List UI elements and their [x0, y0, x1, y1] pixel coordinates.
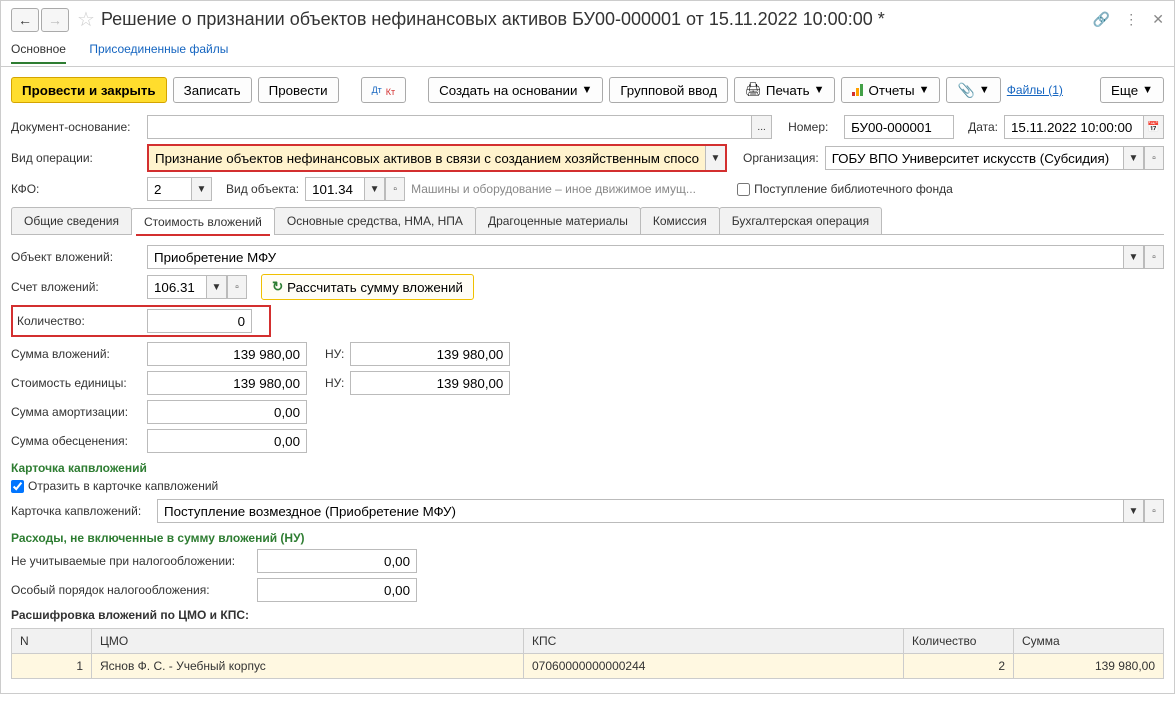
- link-icon[interactable]: 🔗: [1093, 11, 1110, 28]
- nu2-label: НУ:: [325, 376, 344, 390]
- attach-button[interactable]: 📎 ▼: [946, 77, 1000, 103]
- chart-icon: [852, 84, 864, 96]
- obj-input[interactable]: [147, 245, 1124, 269]
- tab-assets[interactable]: Основные средства, НМА, НПА: [274, 207, 476, 234]
- card-input[interactable]: [157, 499, 1124, 523]
- tax-excl-input[interactable]: [257, 549, 417, 573]
- group-input-button[interactable]: Групповой ввод: [609, 77, 728, 103]
- number-input[interactable]: [844, 115, 954, 139]
- sum-input[interactable]: [147, 342, 307, 366]
- org-input[interactable]: [825, 146, 1124, 170]
- col-n[interactable]: N: [12, 629, 92, 654]
- unit-cost-label: Стоимость единицы:: [11, 376, 141, 390]
- obj-type-dropdown[interactable]: ▼: [365, 177, 385, 201]
- tab-precious[interactable]: Драгоценные материалы: [475, 207, 641, 234]
- card-dropdown[interactable]: ▼: [1124, 499, 1144, 523]
- col-sum[interactable]: Сумма: [1014, 629, 1164, 654]
- lib-fund-checkbox[interactable]: Поступление библиотечного фонда: [737, 182, 953, 196]
- obj-type-input[interactable]: [305, 177, 365, 201]
- create-based-button[interactable]: Создать на основании ▼: [428, 77, 603, 103]
- tax-excl-label: Не учитываемые при налогообложении:: [11, 554, 251, 568]
- kfo-input[interactable]: [147, 177, 192, 201]
- col-qty[interactable]: Количество: [904, 629, 1014, 654]
- acct-label: Счет вложений:: [11, 280, 141, 294]
- acct-input[interactable]: [147, 275, 207, 299]
- kfo-label: КФО:: [11, 182, 141, 196]
- impair-input[interactable]: [147, 429, 307, 453]
- page-title: Решение о признании объектов нефинансовы…: [101, 9, 1093, 30]
- tab-commission[interactable]: Комиссия: [640, 207, 720, 234]
- post-close-button[interactable]: Провести и закрыть: [11, 77, 167, 103]
- tab-general[interactable]: Общие сведения: [11, 207, 132, 234]
- org-open[interactable]: ▫: [1144, 146, 1164, 170]
- acct-open[interactable]: ▫: [227, 275, 247, 299]
- col-kps[interactable]: КПС: [524, 629, 904, 654]
- date-picker-button[interactable]: 📅: [1144, 115, 1164, 139]
- expenses-section-title: Расходы, не включенные в сумму вложений …: [11, 531, 1164, 545]
- paperclip-icon: 📎: [957, 82, 974, 99]
- obj-type-desc: Машины и оборудование – иное движимое им…: [411, 182, 731, 196]
- table-row[interactable]: 1 Яснов Ф. С. - Учебный корпус 070600000…: [12, 654, 1164, 679]
- special-tax-label: Особый порядок налогообложения:: [11, 583, 251, 597]
- acct-dropdown[interactable]: ▼: [207, 275, 227, 299]
- reflect-card-checkbox[interactable]: Отразить в карточке капвложений: [11, 479, 1164, 493]
- qty-label: Количество:: [17, 314, 141, 328]
- more-button[interactable]: Еще ▼: [1100, 77, 1164, 103]
- kfo-dropdown[interactable]: ▼: [192, 177, 212, 201]
- nu2-input[interactable]: [350, 371, 510, 395]
- close-icon[interactable]: ✕: [1152, 11, 1164, 28]
- obj-type-label: Вид объекта:: [226, 182, 299, 196]
- section-main[interactable]: Основное: [11, 42, 66, 64]
- number-label: Номер:: [788, 120, 838, 134]
- dt-kt-button[interactable]: ДтКт: [361, 77, 407, 103]
- tab-accounting[interactable]: Бухгалтерская операция: [719, 207, 882, 234]
- special-tax-input[interactable]: [257, 578, 417, 602]
- refresh-icon: ↻: [272, 279, 283, 295]
- org-dropdown[interactable]: ▼: [1124, 146, 1144, 170]
- save-button[interactable]: Записать: [173, 77, 252, 103]
- sum-label: Сумма вложений:: [11, 347, 141, 361]
- tab-cost[interactable]: Стоимость вложений: [131, 208, 275, 235]
- files-link[interactable]: Файлы (1): [1007, 83, 1063, 97]
- post-button[interactable]: Провести: [258, 77, 339, 103]
- col-cmo[interactable]: ЦМО: [92, 629, 524, 654]
- card-open[interactable]: ▫: [1144, 499, 1164, 523]
- nu-label: НУ:: [325, 347, 344, 361]
- obj-open[interactable]: ▫: [1144, 245, 1164, 269]
- doc-basis-label: Документ-основание:: [11, 120, 141, 134]
- op-type-dropdown[interactable]: ▼: [705, 146, 725, 170]
- amort-input[interactable]: [147, 400, 307, 424]
- obj-label: Объект вложений:: [11, 250, 141, 264]
- print-button[interactable]: Печать ▼: [734, 77, 835, 103]
- back-button[interactable]: ←: [11, 8, 39, 32]
- obj-type-open[interactable]: ▫: [385, 177, 405, 201]
- reports-button[interactable]: Отчеты ▼: [841, 77, 940, 103]
- unit-cost-input[interactable]: [147, 371, 307, 395]
- section-attached[interactable]: Присоединенные файлы: [89, 42, 228, 56]
- forward-button[interactable]: →: [41, 8, 69, 32]
- recalc-button[interactable]: ↻ Рассчитать сумму вложений: [261, 274, 474, 300]
- nu-input[interactable]: [350, 342, 510, 366]
- printer-icon: [745, 82, 762, 98]
- op-type-label: Вид операции:: [11, 151, 141, 165]
- card-section-title: Карточка капвложений: [11, 461, 1164, 475]
- doc-basis-input[interactable]: [147, 115, 752, 139]
- date-label: Дата:: [968, 120, 998, 134]
- favorite-icon[interactable]: ☆: [77, 7, 95, 32]
- breakdown-title: Расшифровка вложений по ЦМО и КПС:: [11, 608, 1164, 622]
- org-label: Организация:: [743, 151, 819, 165]
- obj-dropdown[interactable]: ▼: [1124, 245, 1144, 269]
- impair-label: Сумма обесценения:: [11, 434, 141, 448]
- kebab-icon[interactable]: ⋮: [1124, 11, 1138, 28]
- qty-input[interactable]: [147, 309, 252, 333]
- breakdown-table: N ЦМО КПС Количество Сумма 1 Яснов Ф. С.…: [11, 628, 1164, 679]
- date-input[interactable]: [1004, 115, 1144, 139]
- doc-basis-select[interactable]: ...: [752, 115, 772, 139]
- amort-label: Сумма амортизации:: [11, 405, 141, 419]
- op-type-input[interactable]: [149, 146, 705, 170]
- card-label: Карточка капвложений:: [11, 504, 151, 518]
